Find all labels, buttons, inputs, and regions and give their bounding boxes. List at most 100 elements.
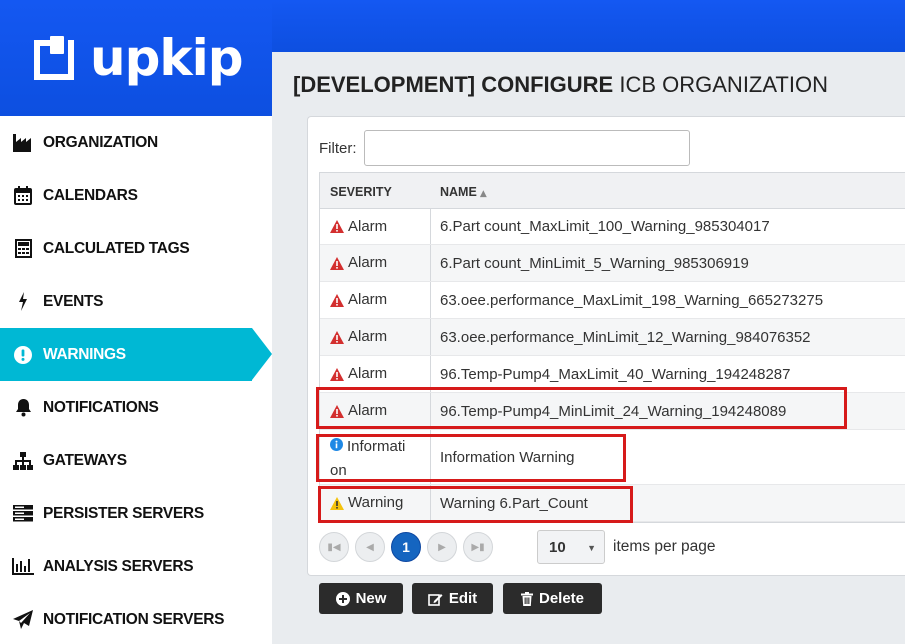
warnings-grid: SEVERITY NAME ▲ Alarm 6.Part count_MaxLim… <box>319 172 905 523</box>
filter-row: Filter: <box>319 130 690 166</box>
info-circle-icon <box>330 438 343 451</box>
table-row[interactable]: Alarm 63.oee.performance_MinLimit_12_War… <box>320 319 905 356</box>
table-row[interactable]: Alarm 6.Part count_MaxLimit_100_Warning_… <box>320 209 905 245</box>
sidebar-item-notification-servers[interactable]: NOTIFICATION SERVERS <box>0 593 272 644</box>
server-icon <box>12 503 34 525</box>
alarm-triangle-icon <box>330 220 344 233</box>
severity-cell: Alarm <box>348 402 388 419</box>
grid-header: SEVERITY NAME ▲ <box>320 173 905 209</box>
sidebar-item-label: NOTIFICATION SERVERS <box>43 610 225 628</box>
table-row[interactable]: Alarm 63.oee.performance_MaxLimit_198_Wa… <box>320 282 905 319</box>
severity-cell: Alarm <box>348 254 388 271</box>
severity-cell-line1: Informati <box>347 438 406 455</box>
items-per-page-label: items per page <box>613 538 716 555</box>
sidebar-item-label: ORGANIZATION <box>43 133 158 151</box>
sidebar-item-calculated-tags[interactable]: CALCULATED TAGS <box>0 222 272 275</box>
sort-ascending-icon: ▲ <box>479 189 487 199</box>
severity-cell: Warning <box>348 494 404 511</box>
new-button-label: New <box>355 590 387 607</box>
logo-text: upkip <box>90 29 244 87</box>
sidebar-nav: ORGANIZATION CALENDARS CALCULATED TAGS E… <box>0 116 272 644</box>
edit-button-label: Edit <box>448 590 478 607</box>
table-row[interactable]: Alarm 96.Temp-Pump4_MinLimit_24_Warning_… <box>320 393 905 430</box>
alarm-triangle-icon <box>330 330 344 344</box>
table-row[interactable]: Alarm 96.Temp-Pump4_MaxLimit_40_Warning_… <box>320 356 905 393</box>
last-page-button[interactable]: ▶▮ <box>463 532 493 562</box>
chevron-down-icon: ▼ <box>587 543 596 553</box>
severity-cell: Alarm <box>348 365 388 382</box>
alarm-triangle-icon <box>330 293 344 307</box>
alarm-triangle-icon <box>330 404 344 418</box>
sitemap-icon <box>12 450 34 472</box>
plus-circle-icon <box>335 591 350 606</box>
top-bar <box>272 0 905 52</box>
sidebar-item-organization[interactable]: ORGANIZATION <box>0 116 272 169</box>
bar-chart-icon <box>12 556 34 578</box>
name-column-header[interactable]: NAME ▲ <box>431 181 905 200</box>
alarm-triangle-icon <box>330 367 344 381</box>
bolt-icon <box>12 291 34 313</box>
next-page-button[interactable]: ▶ <box>427 532 457 562</box>
calendar-icon <box>12 185 34 207</box>
name-cell: 63.oee.performance_MinLimit_12_Warning_9… <box>440 328 811 346</box>
sidebar-item-label: GATEWAYS <box>43 451 127 469</box>
edit-icon <box>428 592 443 606</box>
table-row[interactable]: Warning Warning 6.Part_Count <box>320 485 905 522</box>
sidebar-item-calendars[interactable]: CALENDARS <box>0 169 272 222</box>
page-size-value: 10 <box>549 538 566 556</box>
page-size-select[interactable]: 10 ▼ <box>537 530 605 564</box>
severity-cell: Alarm <box>348 217 388 235</box>
sidebar-item-label: CALCULATED TAGS <box>43 239 190 257</box>
severity-cell: Alarm <box>348 328 388 345</box>
severity-cell-line2: on <box>330 462 347 479</box>
edit-button[interactable]: Edit <box>412 583 493 614</box>
name-cell: Warning 6.Part_Count <box>440 494 588 512</box>
sidebar: upkip ORGANIZATION CALENDARS CALCULATED … <box>0 0 272 644</box>
name-cell: 6.Part count_MinLimit_5_Warning_98530691… <box>440 254 749 272</box>
table-row[interactable]: Informati on Information Warning <box>320 430 905 485</box>
factory-icon <box>12 132 34 154</box>
sidebar-item-label: PERSISTER SERVERS <box>43 504 204 522</box>
name-cell: 6.Part count_MaxLimit_100_Warning_985304… <box>440 218 770 235</box>
sidebar-item-label: CALENDARS <box>43 186 138 204</box>
name-cell: 96.Temp-Pump4_MaxLimit_40_Warning_194248… <box>440 365 791 383</box>
severity-cell: Alarm <box>348 291 388 308</box>
trash-icon <box>520 591 533 606</box>
sidebar-item-persister-servers[interactable]: PERSISTER SERVERS <box>0 487 272 540</box>
alarm-triangle-icon <box>330 256 344 270</box>
paper-plane-icon <box>12 609 34 631</box>
sidebar-item-label: ANALYSIS SERVERS <box>43 557 194 575</box>
new-button[interactable]: New <box>319 583 403 614</box>
logo-mark-icon <box>34 36 78 80</box>
name-cell: 63.oee.performance_MaxLimit_198_Warning_… <box>440 291 824 309</box>
sidebar-item-label: WARNINGS <box>43 345 126 363</box>
name-cell: 96.Temp-Pump4_MinLimit_24_Warning_194248… <box>440 402 787 420</box>
sidebar-item-warnings[interactable]: WARNINGS <box>0 328 272 381</box>
name-cell: Information Warning <box>440 448 575 466</box>
sidebar-item-analysis-servers[interactable]: ANALYSIS SERVERS <box>0 540 272 593</box>
logo[interactable]: upkip <box>0 0 272 116</box>
sidebar-item-notifications[interactable]: NOTIFICATIONS <box>0 381 272 434</box>
prev-page-button[interactable]: ◀ <box>355 532 385 562</box>
table-row[interactable]: Alarm 6.Part count_MinLimit_5_Warning_98… <box>320 245 905 282</box>
first-page-button[interactable]: ▮◀ <box>319 532 349 562</box>
bell-icon <box>12 397 34 419</box>
exclamation-circle-icon <box>12 344 34 366</box>
filter-label: Filter: <box>319 139 357 157</box>
delete-button-label: Delete <box>538 590 585 607</box>
sidebar-item-events[interactable]: EVENTS <box>0 275 272 328</box>
page-title-rest: ICB ORGANIZATION <box>619 72 828 97</box>
sidebar-item-gateways[interactable]: GATEWAYS <box>0 434 272 487</box>
warning-triangle-icon <box>330 496 344 510</box>
calculator-icon <box>12 238 34 260</box>
sidebar-item-label: EVENTS <box>43 292 104 310</box>
severity-column-header[interactable]: SEVERITY <box>320 181 431 200</box>
filter-input[interactable] <box>363 130 690 166</box>
warnings-panel: Filter: SEVERITY NAME ▲ Alarm 6.Part coun… <box>307 116 905 576</box>
pager: ▮◀ ◀ 1 ▶ ▶▮ 10 ▼ items per page <box>319 527 905 567</box>
sidebar-item-label: NOTIFICATIONS <box>43 398 159 416</box>
page-title-bold: [DEVELOPMENT] CONFIGURE <box>293 72 614 97</box>
delete-button[interactable]: Delete <box>503 583 602 614</box>
current-page-button[interactable]: 1 <box>391 532 421 562</box>
page-title: [DEVELOPMENT] CONFIGURE ICB ORGANIZATION <box>293 72 828 98</box>
